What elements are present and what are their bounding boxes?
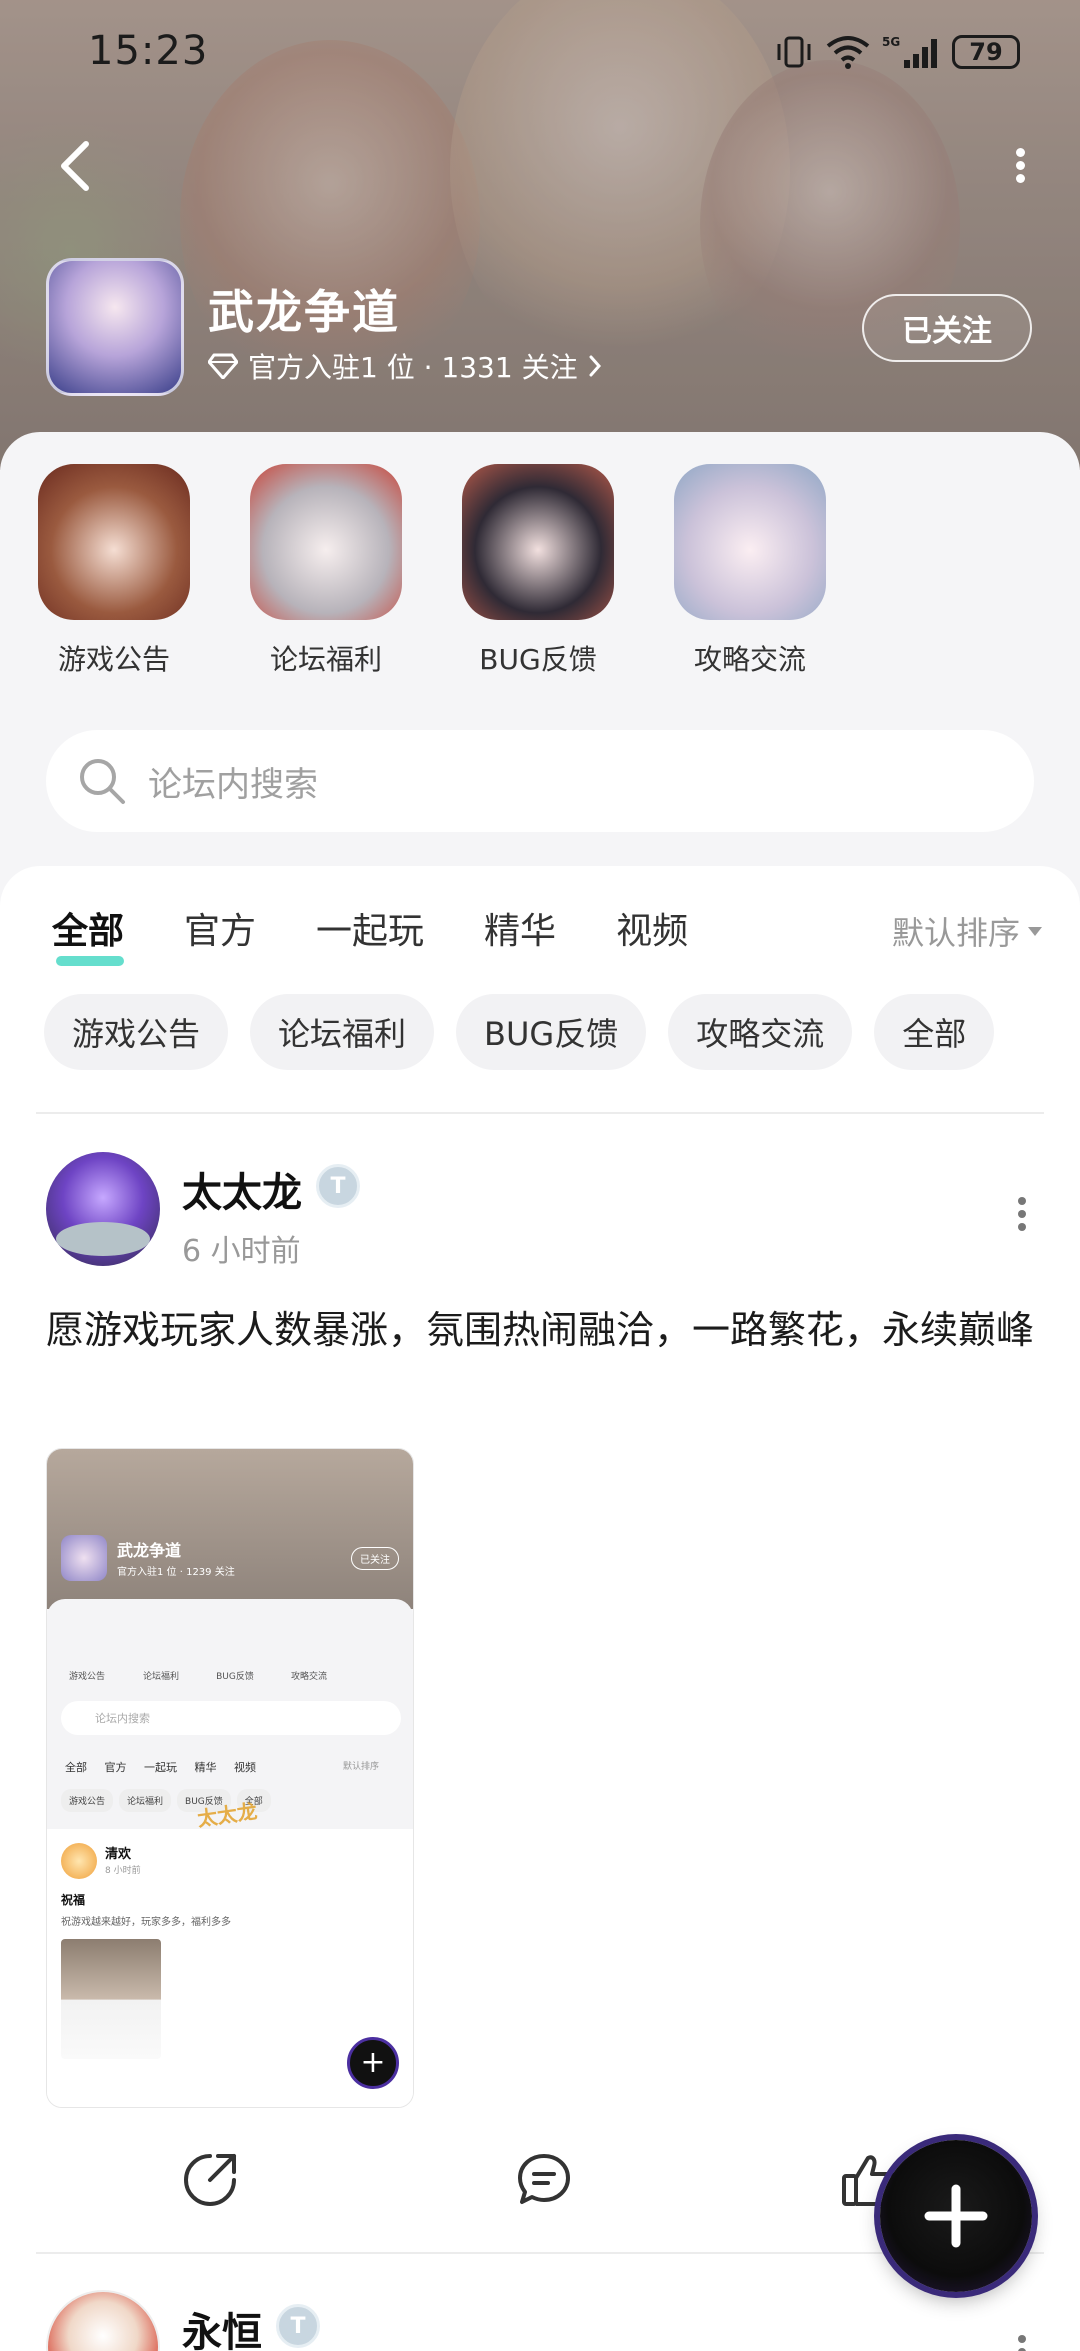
chip-game-announcement[interactable]: 游戏公告 <box>44 994 229 1070</box>
category-game-announcement[interactable]: 游戏公告 <box>34 464 194 678</box>
thumb-category <box>281 1607 335 1663</box>
create-post-button[interactable] <box>880 2140 1032 2292</box>
thumb-logo <box>61 1535 107 1581</box>
category-bug-feedback[interactable]: BUG反馈 <box>458 464 618 678</box>
follow-button[interactable]: 已关注 <box>862 294 1032 362</box>
chip-strategy[interactable]: 攻略交流 <box>668 994 853 1070</box>
category-thumbnail <box>250 464 402 620</box>
thumb-meta: 官方入驻1 位 · 1239 关注 <box>117 1567 235 1578</box>
diamond-icon <box>208 353 238 379</box>
divider <box>36 1112 1044 1114</box>
thumb-tabs: 全部 官方 一起玩 精华 视频 <box>65 1761 256 1774</box>
thumb-post-image <box>61 1939 161 2059</box>
thumb-title: 武龙争道 <box>117 1541 182 1560</box>
category-label: BUG反馈 <box>479 643 597 676</box>
thumb-search: 论坛内搜索 <box>61 1701 401 1735</box>
category-thumbnail <box>462 464 614 620</box>
chevron-left-icon <box>61 141 89 191</box>
feed-tabs: 全部 官方 一起玩 精华 视频 <box>52 902 748 966</box>
thumb-category-label: 攻略交流 <box>290 1672 327 1682</box>
thumb-post-title: 祝福 <box>61 1893 86 1907</box>
thumb-avatar <box>61 1843 97 1879</box>
thumb-time: 8 小时前 <box>105 1866 141 1876</box>
post-image[interactable]: 武龙争道 官方入驻1 位 · 1239 关注 已关注 游戏公告 论坛福利 BUG… <box>46 1448 414 2108</box>
filter-chips: 游戏公告 论坛福利 BUG反馈 攻略交流 全部 <box>44 994 995 1070</box>
forum-meta[interactable]: 官方入驻1 位 · 1331 关注 <box>208 346 602 386</box>
thumb-chip: 论坛福利 <box>119 1789 172 1812</box>
tab-official[interactable]: 官方 <box>184 902 256 958</box>
category-thumbnail <box>38 464 190 620</box>
share-icon <box>184 2154 236 2206</box>
thumb-category-label: 游戏公告 <box>68 1672 105 1682</box>
category-label: 论坛福利 <box>269 643 382 676</box>
post-author[interactable]: 永恒 <box>182 2300 262 2351</box>
user-badge-icon: T <box>316 1164 360 1208</box>
post-more-button[interactable] <box>1014 1192 1030 1236</box>
forum-meta-text: 官方入驻1 位 · 1331 关注 <box>248 351 578 384</box>
chip-all[interactable]: 全部 <box>874 994 995 1070</box>
thumb-follow: 已关注 <box>351 1547 399 1570</box>
vibrate-icon <box>777 36 811 68</box>
thumb-chip: 游戏公告 <box>61 1789 114 1812</box>
sort-label: 默认排序 <box>891 914 1020 952</box>
plus-icon <box>924 2184 988 2248</box>
thumb-post: 清欢 8 小时前 祝福 祝游戏越来越好，玩家多多，福利多多 + <box>47 1829 413 2107</box>
avatar[interactable] <box>46 1152 160 1266</box>
forum-logo <box>46 258 184 396</box>
tab-video[interactable]: 视频 <box>616 902 688 958</box>
chevron-right-icon <box>589 355 601 377</box>
status-time: 15:23 <box>88 28 209 74</box>
thumb-category-label: BUG反馈 <box>216 1672 254 1682</box>
thumb-category <box>59 1607 113 1663</box>
battery-icon: 79 <box>952 35 1020 69</box>
tab-all[interactable]: 全部 <box>52 902 125 966</box>
forum-title: 武龙争道 <box>208 285 400 339</box>
sort-dropdown[interactable]: 默认排序 <box>892 908 1042 954</box>
thumb-post-text: 祝游戏越来越好，玩家多多，福利多多 <box>61 1917 231 1928</box>
thumb-category <box>133 1607 187 1663</box>
category-thumbnail <box>674 464 826 620</box>
thumb-plus-icon: + <box>347 2037 399 2089</box>
category-label: 攻略交流 <box>693 643 806 676</box>
signal-5g-icon: 5G <box>882 35 937 68</box>
tab-featured[interactable]: 精华 <box>484 902 556 958</box>
svg-text:5G: 5G <box>882 35 900 49</box>
search-placeholder: 论坛内搜索 <box>148 764 318 805</box>
search-input[interactable]: 论坛内搜索 <box>46 730 1034 832</box>
thumb-sort: 默认排序 <box>343 1762 380 1772</box>
tab-play-together[interactable]: 一起玩 <box>316 902 424 958</box>
chip-bug-feedback[interactable]: BUG反馈 <box>456 994 647 1070</box>
thumb-author: 清欢 <box>105 1847 132 1862</box>
wifi-icon <box>826 36 870 69</box>
thumb-hero <box>47 1449 413 1609</box>
user-badge-icon: T <box>276 2304 320 2348</box>
post-text: 愿游戏玩家人数暴涨，氛围热闹融洽，一路繁花，永续巅峰 <box>46 1308 1035 1352</box>
category-forum-welfare[interactable]: 论坛福利 <box>246 464 406 678</box>
category-label: 游戏公告 <box>57 643 170 676</box>
post-time: 6 小时前 <box>182 1234 301 1269</box>
search-icon <box>80 759 125 804</box>
more-options-button[interactable] <box>1010 144 1030 184</box>
comment-button[interactable] <box>514 2150 574 2210</box>
post-more-button[interactable] <box>1014 2330 1030 2351</box>
comment-icon <box>518 2154 570 2204</box>
caret-down-icon <box>1028 926 1042 936</box>
thumb-category <box>207 1607 261 1663</box>
thumb-category-label: 论坛福利 <box>142 1672 179 1682</box>
share-button[interactable] <box>180 2150 240 2210</box>
chip-forum-welfare[interactable]: 论坛福利 <box>250 994 435 1070</box>
category-shortcuts: 游戏公告 论坛福利 BUG反馈 攻略交流 <box>0 464 1080 724</box>
status-bar: 15:23 5G 79 <box>0 28 1080 84</box>
status-icons: 5G 79 <box>774 34 1020 70</box>
category-strategy[interactable]: 攻略交流 <box>670 464 830 678</box>
back-button[interactable] <box>52 136 100 196</box>
post-author[interactable]: 太太龙 <box>182 1160 302 1218</box>
